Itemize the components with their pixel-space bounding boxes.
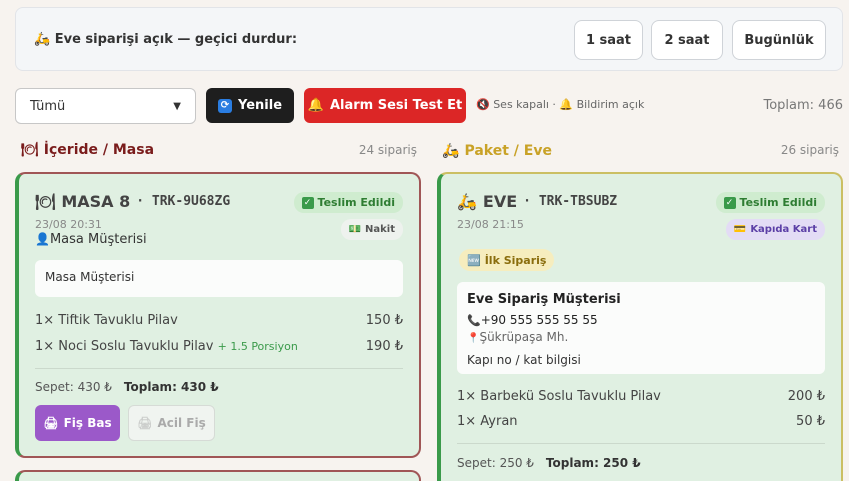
order-card-next[interactable] [15,470,421,481]
printer-icon: 🖨 [137,416,153,430]
refresh-icon: ⟳ [217,98,232,113]
address-note: Kapı no / kat bilgisi [467,353,581,367]
alarm-test-button[interactable]: 🔔 Alarm Sesi Test Et [304,88,466,123]
scooter-icon: 🛵 [442,143,460,159]
scooter-icon: 🛵 [34,32,51,47]
customer-name: 👤Masa Müşterisi [35,232,147,247]
column-inside-header: 🍽 İçeride / Masa [21,142,155,158]
new-icon: 🆕 [467,253,481,267]
check-icon: ✓ [723,196,736,209]
order-title: 🍽 MASA 8 · TRK-9U68ZG [35,192,231,211]
printer-icon: 🖨 [43,416,59,430]
delivery-address: Eve Sipariş Müşterisi 📞+90 555 555 55 55… [457,282,825,374]
pause-today-button[interactable]: Bugünlük [732,20,826,60]
order-date: 23/08 20:31 [35,218,102,231]
status-badge: ✓ Teslim Edildi [715,192,825,213]
cash-icon: 💵 [348,224,362,235]
order-filter-select[interactable]: Tümü ▼ [15,88,196,124]
person-icon: 👤 [35,232,50,246]
bell-icon: 🔔 [307,98,324,113]
credit-card-icon: 💳 [733,224,747,235]
district: 📍Şükrüpaşa Mh. [467,330,569,344]
plate-icon: 🍽 [21,142,39,158]
order-item: 1× Barbekü Soslu Tavuklu Pilav 200 ₺ [457,389,825,404]
column-delivery-header: 🛵 Paket / Eve [442,143,552,159]
order-card-masa[interactable]: 🍽 MASA 8 · TRK-9U68ZG 23/08 20:31 👤Masa … [15,172,421,458]
check-icon: ✓ [301,196,314,209]
order-sums: Sepet: 430 ₺ Toplam: 430 ₺ [35,380,219,394]
column-inside-count: 24 sipariş [358,143,417,157]
total-count: Toplam: 466 [763,98,843,113]
order-item: 1× Noci Soslu Tavuklu Pilav + 1.5 Porsiy… [35,339,403,354]
scooter-icon: 🛵 [457,192,477,211]
divider [457,443,825,444]
order-card-eve[interactable]: 🛵 EVE · TRK-TBSUBZ 23/08 21:15 ✓ Teslim … [437,172,843,481]
payment-badge: 💵 Nakit [340,219,403,240]
urgent-receipt-button[interactable]: 🖨 Acil Fiş [128,405,215,441]
chevron-down-icon: ▼ [173,100,181,112]
location-pin-icon: 📍 [467,333,480,344]
order-pause-message: 🛵 Eve siparişi açık — geçici durdur: [34,32,298,47]
order-item: 1× Tiftik Tavuklu Pilav 150 ₺ [35,313,403,328]
print-receipt-button[interactable]: 🖨 Fiş Bas [35,405,120,441]
payment-badge: 💳 Kapıda Kart [725,219,825,240]
column-delivery-count: 26 sipariş [780,143,839,157]
order-date: 23/08 21:15 [457,218,524,231]
delivery-customer-name: Eve Sipariş Müşterisi [467,292,621,307]
refresh-button[interactable]: ⟳ Yenile [206,88,294,123]
tracking-code: TRK-9U68ZG [151,194,231,209]
divider [35,368,403,369]
order-title: 🛵 EVE · TRK-TBSUBZ [457,192,618,211]
phone-icon: 📞 [467,314,481,327]
order-sums: Sepet: 250 ₺ Toplam: 250 ₺ [457,456,641,470]
order-pause-bar: 🛵 Eve siparişi açık — geçici durdur: 1 s… [15,7,843,71]
notification-status: 🔇 Ses kapalı · 🔔 Bildirim açık [476,98,645,111]
first-order-badge: 🆕 İlk Sipariş [459,249,555,271]
pause-2h-button[interactable]: 2 saat [651,20,723,60]
phone: 📞+90 555 555 55 55 [467,313,598,327]
tracking-code: TRK-TBSUBZ [538,194,618,209]
pause-1h-button[interactable]: 1 saat [574,20,643,60]
sound-off-icon: 🔇 [476,98,490,111]
plate-icon: 🍽 [35,192,56,211]
order-note: Masa Müşterisi [35,260,403,297]
order-item: 1× Ayran 50 ₺ [457,414,825,429]
status-badge: ✓ Teslim Edildi [293,192,403,213]
